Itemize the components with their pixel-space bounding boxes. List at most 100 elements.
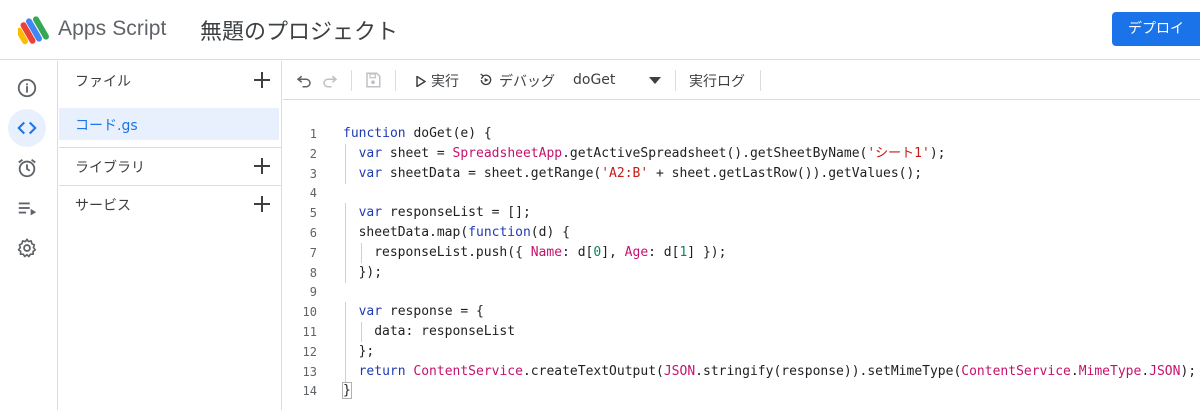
code-token: var [358, 304, 383, 320]
libraries-section-header[interactable]: ライブラリ [59, 147, 282, 185]
code-token: responseList = []; [382, 205, 531, 221]
code-token: ] }); [687, 244, 727, 260]
left-nav-rail [0, 61, 58, 410]
file-name: コード.gs [75, 118, 138, 134]
code-token: var [358, 205, 383, 221]
code-token: JSON [1149, 363, 1181, 379]
code-line[interactable]: 12}; [283, 341, 1200, 362]
gear-icon [17, 238, 37, 258]
code-token: response = { [382, 304, 484, 320]
undo-icon [296, 75, 311, 88]
code-token: return [358, 363, 406, 379]
indent-guide [345, 163, 346, 184]
add-library-icon[interactable] [250, 154, 274, 178]
indent-guide [360, 242, 362, 263]
code-token: ); [929, 145, 946, 161]
rail-triggers-button[interactable] [8, 149, 46, 187]
code-text: var responseList = []; [359, 203, 531, 223]
debug-button[interactable]: デバッグ [473, 61, 559, 100]
services-section-header[interactable]: サービス [59, 185, 282, 223]
code-line[interactable]: 13 return ContentService.createTextOutput… [283, 361, 1200, 382]
code-token: var [358, 165, 383, 181]
function-name: doGet [573, 72, 616, 88]
code-text: function doGet(e) { [343, 124, 492, 144]
code-text: data: responseList [374, 322, 515, 342]
files-label: ファイル [75, 74, 131, 90]
debug-icon [480, 73, 492, 86]
apps-script-logo-icon[interactable] [18, 13, 52, 47]
code-line[interactable]: 11 data: responseList [283, 322, 1200, 342]
code-text: return ContentService.createTextOutput(J… [359, 362, 1197, 382]
alarm-icon [18, 159, 36, 178]
list-run-icon [18, 202, 37, 216]
code-line[interactable]: 5 var responseList = []; [283, 203, 1200, 224]
code-line[interactable]: 2 var sheet = SpreadsheetApp.getActiveSpr… [283, 143, 1200, 164]
code-line[interactable]: 7 responseList.push({ Name: d[0], Age: d[… [283, 242, 1200, 263]
code-line[interactable]: 1 function doGet(e) { [283, 124, 1200, 144]
line-number: 3 [309, 166, 317, 181]
code-token: ], [601, 244, 625, 260]
indent-guide [345, 143, 346, 164]
rail-editor-button[interactable] [8, 109, 46, 147]
line-number: 9 [309, 285, 317, 300]
save-button[interactable] [362, 69, 384, 91]
indent-guide [345, 361, 346, 382]
code-token: ContentService [413, 363, 523, 379]
code-line[interactable]: 4 [283, 183, 1200, 203]
line-number: 2 [309, 146, 317, 161]
line-number: 10 [302, 305, 317, 320]
add-service-icon[interactable] [250, 192, 274, 216]
app-name[interactable]: Apps Script [58, 17, 166, 41]
code-token: . [1141, 363, 1150, 379]
code-token: var [358, 145, 383, 161]
code-token: . [1070, 363, 1079, 379]
save-icon [366, 72, 381, 88]
project-title[interactable]: 無題のプロジェクト [200, 14, 398, 46]
code-editor[interactable]: 1 function doGet(e) {2 var sheet = Spreads… [283, 100, 1200, 410]
undo-button[interactable] [293, 69, 315, 91]
info-icon [17, 78, 37, 98]
rail-settings-button[interactable] [8, 229, 46, 267]
execution-log-button[interactable]: 実行ログ [689, 71, 745, 91]
code-line[interactable]: 8}); [283, 262, 1200, 283]
redo-button[interactable] [319, 69, 341, 91]
file-item-code-gs[interactable]: コード.gs [59, 108, 279, 140]
indent-guide [345, 262, 346, 283]
code-token: : d[ [648, 244, 680, 260]
code-token: sheetData = sheet.getRange( [382, 165, 602, 181]
rail-executions-button[interactable] [8, 189, 46, 227]
code-token: }); [358, 264, 383, 280]
code-token: + sheet.getLastRow()).getValues(); [648, 165, 923, 181]
line-number: 4 [309, 186, 317, 201]
code-icon [17, 121, 37, 135]
code-line[interactable]: 14} [283, 381, 1200, 401]
code-line[interactable]: 3 var sheetData = sheet.getRange('A2:B' +… [283, 163, 1200, 184]
function-select[interactable]: doGet [567, 61, 663, 100]
code-token: data: responseList [374, 324, 516, 339]
indent-guide [345, 322, 346, 342]
toolbar-separator [760, 70, 761, 91]
indent-guide [345, 242, 346, 263]
deploy-button[interactable]: デプロイ [1112, 12, 1200, 46]
code-token: 0 [593, 244, 602, 260]
add-file-icon[interactable] [250, 68, 274, 92]
run-button[interactable]: 実行 [407, 61, 465, 100]
code-text: }); [359, 263, 382, 283]
line-number: 6 [309, 226, 317, 240]
run-label: 実行 [431, 74, 459, 90]
line-number: 12 [302, 344, 317, 359]
code-token: 'A2:B' [601, 165, 649, 181]
code-line[interactable]: 10 var response = { [283, 302, 1200, 323]
toolbar-separator [395, 70, 396, 91]
code-line[interactable]: 9 [283, 282, 1200, 302]
code-text: sheetData.map(function(d) { [359, 223, 570, 243]
line-number: 8 [309, 265, 317, 280]
files-section-header: ファイル [59, 61, 282, 99]
code-token: function [468, 225, 531, 240]
rail-overview-button[interactable] [8, 69, 46, 107]
code-token: ); [1180, 363, 1197, 379]
code-token: .getActiveSpreadsheet().getSheetByName( [562, 145, 868, 161]
libraries-label: ライブラリ [75, 160, 145, 176]
code-token: (d) { [530, 225, 570, 240]
code-line[interactable]: 6 sheetData.map(function(d) { [283, 223, 1200, 243]
